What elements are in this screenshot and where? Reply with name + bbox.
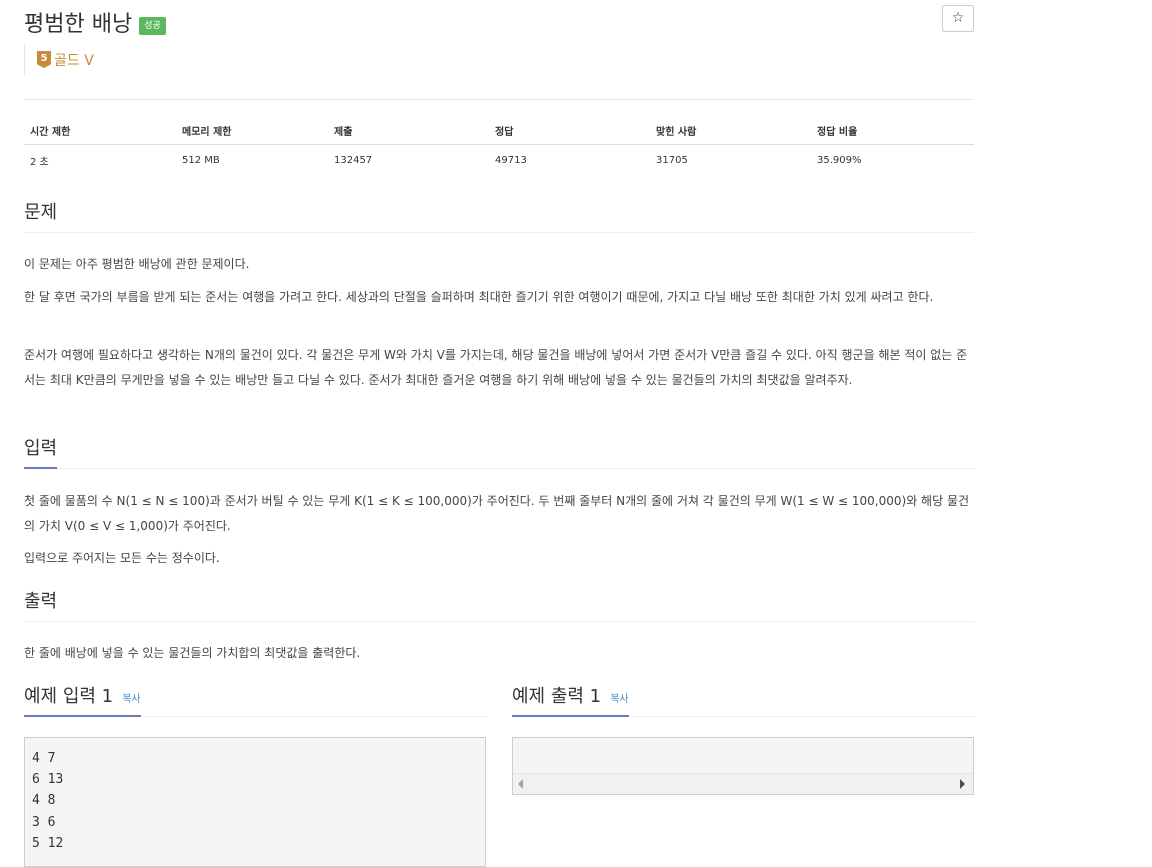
header-solved-users: 맞힌 사람 [650, 117, 811, 145]
value-time-limit: 2 초 [30, 157, 49, 168]
input-paragraph: 첫 줄에 물품의 수 N(1 ≤ N ≤ 100)과 준서가 버틸 수 있는 무… [24, 494, 970, 533]
description-heading: 문제 [24, 202, 58, 223]
sample-output-heading: 예제 출력 1 [512, 686, 602, 707]
header-time-limit: 시간 제한 [24, 117, 176, 145]
input-paragraph: 입력으로 주어지는 모든 수는 정수이다. [24, 551, 220, 565]
scroll-right-icon[interactable] [960, 779, 965, 789]
gold-tier-icon: 5 [37, 51, 51, 68]
header-submissions: 제출 [328, 117, 489, 145]
tier-row: 5 골드 V [24, 44, 94, 75]
value-submissions[interactable]: 132457 [328, 145, 489, 177]
sample-input-heading: 예제 입력 1 [24, 686, 114, 707]
description-paragraph: 준서가 여행에 필요하다고 생각하는 N개의 물건이 있다. 각 물건은 무게 … [24, 348, 968, 387]
star-button[interactable]: ☆ [942, 5, 974, 32]
value-memory-limit: 512 MB [182, 155, 220, 166]
header-accepted: 정답 [489, 117, 650, 145]
sample-output-box[interactable]: 14 [512, 737, 974, 795]
value-accepted[interactable]: 49713 [489, 145, 650, 177]
sample-input-box[interactable]: 4 7 6 13 4 8 3 6 5 12 [24, 737, 486, 867]
page-title: 평범한 배낭 [24, 12, 133, 37]
copy-sample-output-button[interactable]: 복사 [610, 694, 628, 705]
tier-label[interactable]: 골드 V [54, 50, 94, 70]
sample-input-title: 예제 입력 1 복사 [24, 685, 486, 717]
header-memory-limit: 메모리 제한 [176, 117, 328, 145]
header-accept-ratio: 정답 비율 [811, 117, 974, 145]
horizontal-scrollbar[interactable] [513, 773, 973, 794]
output-paragraph: 한 줄에 배낭에 넣을 수 있는 물건들의 가치합의 최댓값을 출력한다. [24, 646, 361, 660]
description-section-title: 문제 [24, 201, 974, 233]
value-accept-ratio: 35.909% [817, 155, 862, 166]
sample-input-heading-wrap: 예제 입력 1 복사 [24, 685, 141, 717]
output-section-title: 출력 [24, 590, 974, 622]
problem-info-table: 시간 제한 메모리 제한 제출 정답 맞힌 사람 정답 비율 2 초 512 M… [24, 117, 974, 176]
sample-output-title: 예제 출력 1 복사 [512, 685, 974, 717]
input-section-title: 입력 [24, 437, 974, 469]
info-table-header-row: 시간 제한 메모리 제한 제출 정답 맞힌 사람 정답 비율 [24, 117, 974, 145]
star-icon: ☆ [951, 10, 965, 26]
sample-output-heading-wrap: 예제 출력 1 복사 [512, 685, 629, 717]
result-badge: 성공 [139, 17, 166, 35]
copy-sample-input-button[interactable]: 복사 [122, 694, 140, 705]
output-heading: 출력 [24, 591, 58, 612]
description-paragraph: 한 달 후면 국가의 부름을 받게 되는 준서는 여행을 가려고 한다. 세상과… [24, 290, 934, 304]
info-table-row: 2 초 512 MB 132457 49713 31705 35.909% [24, 145, 974, 177]
value-solved-users[interactable]: 31705 [650, 145, 811, 177]
input-heading: 입력 [24, 437, 58, 469]
title-row: 평범한 배낭 성공 [24, 4, 166, 40]
scroll-left-icon[interactable] [518, 779, 523, 789]
divider [24, 99, 974, 100]
description-paragraph: 이 문제는 아주 평범한 배낭에 관한 문제이다. [24, 257, 250, 271]
